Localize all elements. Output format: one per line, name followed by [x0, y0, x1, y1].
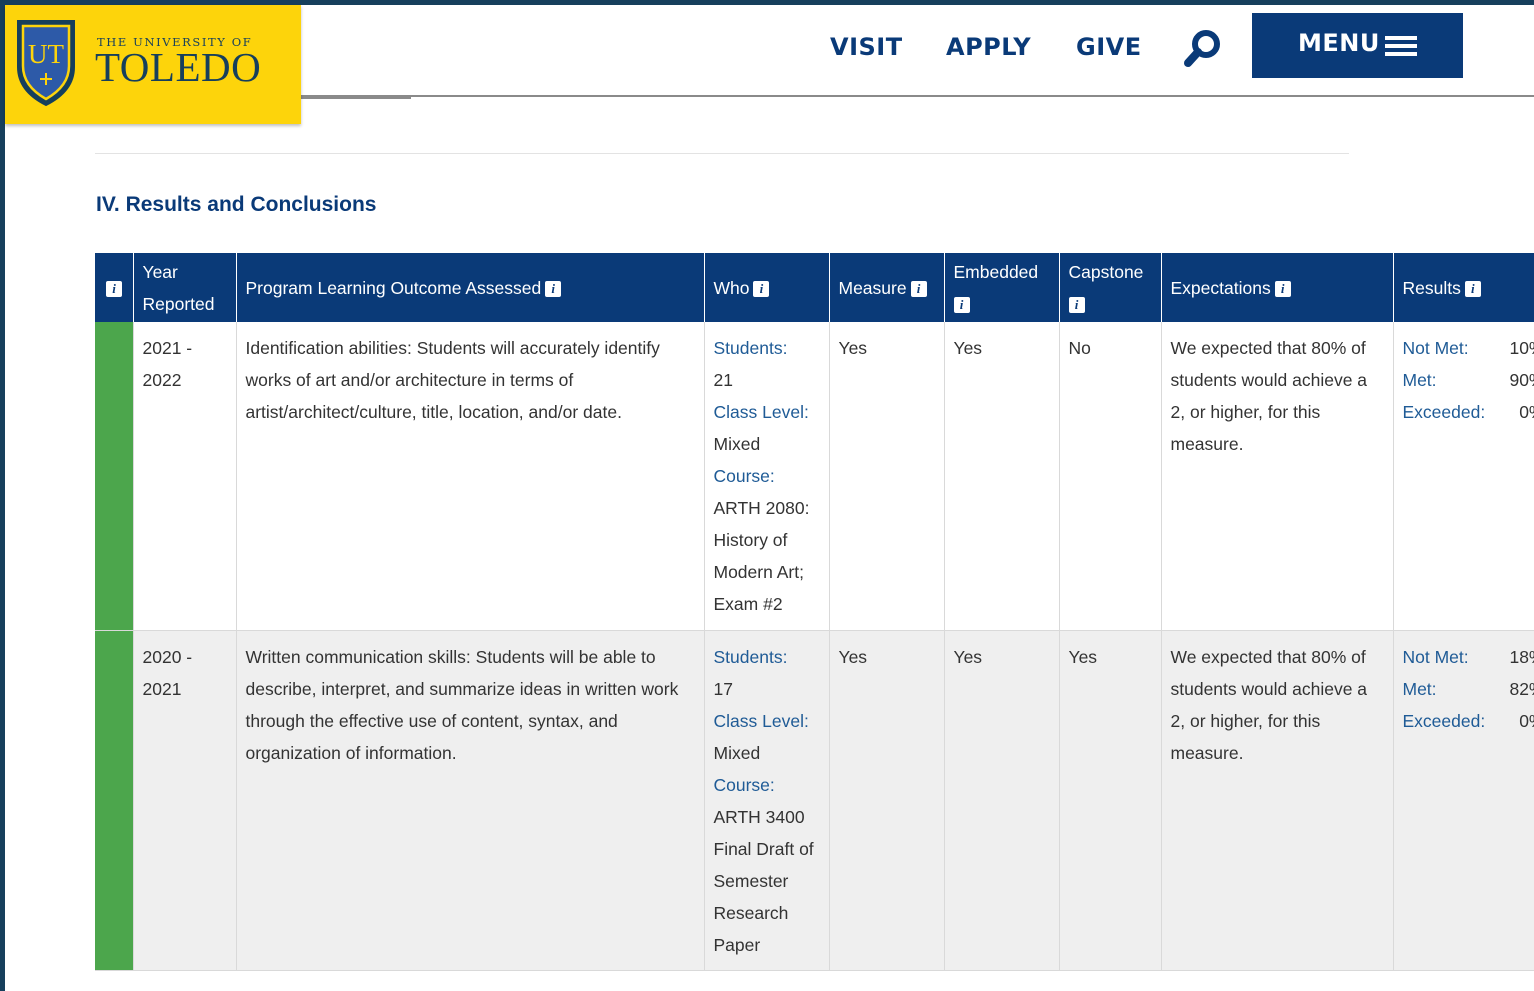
embedded-cell: Yes	[944, 322, 1060, 631]
results-cell: Not Met: 10% Met: 90% Exceeded: 0%	[1393, 322, 1534, 631]
results-table: i Year Reported Program Learning Outcome…	[95, 253, 1534, 971]
info-icon[interactable]: i	[106, 280, 122, 297]
menu-button[interactable]: MENU	[1252, 13, 1463, 78]
results-breakdown: Not Met: 10% Met: 90% Exceeded: 0%	[1403, 332, 1534, 428]
column-header-year: Year Reported	[133, 253, 237, 322]
column-header-outcome: Program Learning Outcome Assessed i	[236, 253, 705, 322]
capstone-cell: No	[1059, 322, 1162, 631]
hamburger-icon	[1385, 36, 1417, 57]
table-row: 2021 - 2022 Identification abilities: St…	[95, 322, 1534, 631]
info-icon[interactable]: i	[1464, 280, 1481, 297]
info-icon[interactable]: i	[753, 280, 770, 297]
not-met-value: 10%	[1509, 338, 1534, 358]
info-icon[interactable]: i	[910, 280, 927, 297]
exceeded-label: Exceeded:	[1402, 402, 1486, 422]
status-header: i	[95, 253, 134, 322]
column-header-measure: Measure i	[829, 253, 945, 322]
status-indicator	[95, 630, 134, 971]
column-header-embedded: Embedded i	[944, 253, 1060, 322]
expectations-cell: We expected that 80% of students would a…	[1161, 630, 1394, 971]
table-header-row: i Year Reported Program Learning Outcome…	[95, 253, 1534, 322]
column-header-who: Who i	[704, 253, 830, 322]
exceeded-label: Exceeded:	[1402, 710, 1486, 731]
nav-apply-link[interactable]: APPLY	[946, 33, 1031, 61]
students-label: Students:	[713, 338, 788, 358]
class-level-value: Mixed	[713, 742, 761, 763]
logo-monogram: UT	[28, 39, 64, 69]
status-indicator	[95, 322, 134, 631]
column-header-measure-label: Measure	[838, 277, 907, 298]
students-value: 17	[713, 678, 733, 699]
year-cell: 2021 - 2022	[133, 322, 237, 631]
met-label: Met:	[1402, 370, 1437, 390]
course-value: ARTH 3400 Final Draft of Semester Resear…	[713, 806, 814, 955]
course-label: Course:	[713, 466, 775, 486]
capstone-cell: Yes	[1059, 630, 1162, 971]
info-icon[interactable]: i	[1274, 280, 1291, 297]
who-cell: Students: 17 Class Level: Mixed Course: …	[704, 630, 830, 971]
class-level-value: Mixed	[713, 434, 761, 454]
column-header-capstone-label: Capstone	[1068, 261, 1144, 282]
table-row: 2020 - 2021 Written communication skills…	[95, 630, 1534, 971]
search-icon[interactable]	[1181, 25, 1225, 69]
expectations-cell: We expected that 80% of students would a…	[1161, 322, 1394, 631]
embedded-cell: Yes	[944, 630, 1060, 971]
met-label: Met:	[1402, 678, 1437, 699]
not-met-label: Not Met:	[1402, 646, 1469, 667]
column-header-results-label: Results	[1402, 277, 1461, 298]
met-value: 90%	[1509, 370, 1534, 390]
tab-underline	[301, 96, 411, 99]
info-icon[interactable]: i	[545, 280, 562, 297]
column-header-expectations: Expectations i	[1161, 253, 1394, 322]
column-header-expectations-label: Expectations	[1170, 277, 1271, 298]
results-cell: Not Met: 18% Met: 82% Exceeded: 0%	[1393, 630, 1534, 971]
who-cell: Students: 21 Class Level: Mixed Course: …	[704, 322, 830, 631]
menu-label: MENU	[1298, 29, 1380, 57]
met-value: 82%	[1509, 678, 1534, 699]
class-level-label: Class Level:	[713, 402, 809, 422]
exceeded-value: 0%	[1519, 402, 1534, 422]
column-header-capstone: Capstone i	[1059, 253, 1162, 322]
column-header-results: Results i	[1393, 253, 1534, 322]
course-label: Course:	[713, 774, 775, 795]
outcome-cell: Identification abilities: Students will …	[236, 322, 705, 631]
section-title: IV. Results and Conclusions	[96, 193, 377, 216]
class-level-label: Class Level:	[713, 710, 809, 731]
info-icon[interactable]: i	[1068, 296, 1085, 313]
measure-cell: Yes	[829, 630, 945, 971]
university-logo-link[interactable]: UT THE UNIVERSITY OF TOLEDO	[5, 5, 301, 124]
section-divider	[95, 153, 1349, 154]
shield-icon: UT	[17, 20, 75, 107]
outcome-cell: Written communication skills: Students w…	[236, 630, 705, 971]
column-header-who-label: Who	[713, 277, 750, 298]
results-breakdown: Not Met: 18% Met: 82% Exceeded: 0%	[1403, 641, 1534, 737]
exceeded-value: 0%	[1519, 710, 1534, 731]
course-value: ARTH 2080: History of Modern Art; Exam #…	[713, 498, 810, 614]
column-header-embedded-label: Embedded	[953, 261, 1039, 282]
not-met-label: Not Met:	[1402, 338, 1469, 358]
students-label: Students:	[713, 646, 788, 667]
info-icon[interactable]: i	[953, 296, 970, 313]
year-cell: 2020 - 2021	[133, 630, 237, 971]
column-header-outcome-label: Program Learning Outcome Assessed	[245, 277, 542, 298]
nav-give-link[interactable]: GIVE	[1076, 33, 1142, 61]
measure-cell: Yes	[829, 322, 945, 631]
students-value: 21	[713, 370, 733, 390]
logo-big-text: TOLEDO	[95, 44, 262, 90]
nav-visit-link[interactable]: VISIT	[830, 33, 903, 61]
not-met-value: 18%	[1509, 646, 1534, 667]
